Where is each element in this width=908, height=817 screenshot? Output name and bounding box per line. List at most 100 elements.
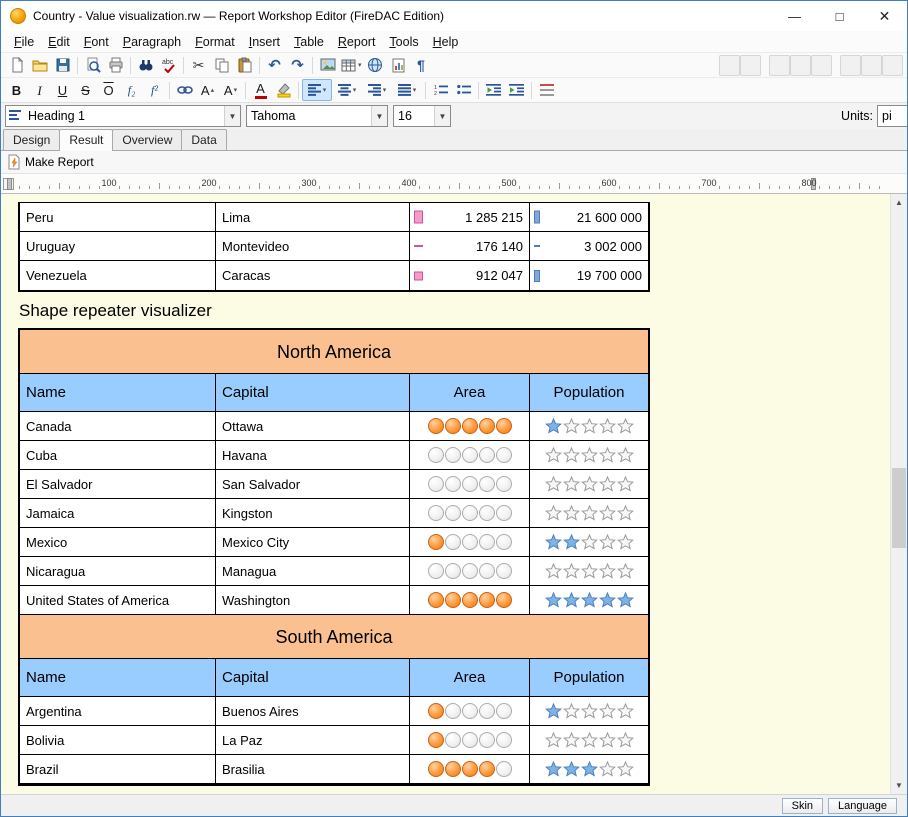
scroll-down-button[interactable]: ▼	[891, 777, 907, 794]
insert-table-button[interactable]: ▾	[339, 54, 364, 76]
minimize-button[interactable]: —	[772, 1, 817, 31]
underline-button[interactable]: U	[51, 79, 74, 101]
ruler-tick	[779, 186, 780, 189]
find-button[interactable]	[134, 54, 157, 76]
ruler-tick	[729, 186, 730, 189]
scroll-up-button[interactable]: ▲	[891, 194, 907, 211]
font-color-glyph: A	[256, 82, 265, 95]
save-icon	[55, 57, 71, 73]
bold-button[interactable]: B	[5, 79, 28, 101]
column-header-name: Name	[20, 659, 215, 696]
style-combo[interactable]: Heading 1 ▼	[5, 105, 241, 127]
view-tab-bar: DesignResultOverviewData	[1, 129, 907, 151]
highlight-button[interactable]	[272, 79, 295, 101]
ruler-tick	[499, 186, 500, 189]
circle-empty-icon	[479, 447, 495, 463]
show-paragraph-marks-button[interactable]: ¶	[410, 54, 433, 76]
units-combo[interactable]: pi	[877, 105, 907, 127]
circle-empty-icon	[445, 476, 461, 492]
table-row: CanadaOttawa	[20, 412, 648, 441]
star-empty-icon	[599, 563, 616, 579]
disabled-button	[740, 55, 761, 76]
menu-item-paragraph[interactable]: Paragraph	[116, 33, 188, 51]
left-margin-marker[interactable]	[7, 178, 12, 190]
language-button[interactable]: Language	[828, 798, 897, 814]
outdent-button[interactable]	[482, 79, 505, 101]
save-button[interactable]	[51, 54, 74, 76]
bold-glyph: B	[12, 84, 21, 97]
skin-button[interactable]: Skin	[782, 798, 823, 814]
undo-button[interactable]: ↶	[263, 54, 286, 76]
redo-button[interactable]: ↷	[286, 54, 309, 76]
ruler-tick	[799, 186, 800, 189]
overline-button[interactable]: O	[97, 79, 120, 101]
cut-button[interactable]: ✂	[187, 54, 210, 76]
make-report-button[interactable]: Make Report	[4, 153, 102, 171]
vertical-scrollbar[interactable]: ▲ ▼	[890, 194, 907, 794]
hyperlink-button[interactable]	[173, 79, 196, 101]
column-header-name: Name	[20, 374, 215, 411]
circle-empty-icon	[479, 703, 495, 719]
grow-font-button[interactable]: A▴	[196, 79, 219, 101]
paste-button[interactable]	[233, 54, 256, 76]
copy-button[interactable]	[210, 54, 233, 76]
numbered-list-button[interactable]: 12	[429, 79, 452, 101]
maximize-button[interactable]: □	[817, 1, 862, 31]
superscript-button[interactable]: f²	[143, 79, 166, 101]
italic-button[interactable]: I	[28, 79, 51, 101]
menu-item-report[interactable]: Report	[331, 33, 383, 51]
ruler-tick	[479, 186, 480, 189]
close-button[interactable]: ✕	[862, 1, 907, 31]
line-spacing-button[interactable]	[535, 79, 558, 101]
title-bar[interactable]: Country - Value visualization.rw — Repor…	[1, 1, 907, 31]
tab-result[interactable]: Result	[59, 129, 113, 151]
font-combo[interactable]: Tahoma ▼	[246, 105, 388, 127]
population-shapes-cell	[529, 586, 648, 614]
hyperlink-globe-button[interactable]	[364, 54, 387, 76]
font-color-button[interactable]: A	[249, 79, 272, 101]
print-preview-button[interactable]	[81, 54, 104, 76]
ruler-tick	[759, 183, 760, 189]
insert-image-button[interactable]	[316, 54, 339, 76]
subscript-button[interactable]: f₂	[120, 79, 143, 101]
menu-item-format[interactable]: Format	[188, 33, 242, 51]
menu-item-font[interactable]: Font	[77, 33, 116, 51]
tab-data[interactable]: Data	[181, 129, 226, 150]
open-button[interactable]	[28, 54, 51, 76]
align-justify-button[interactable]: ▾	[392, 79, 422, 101]
print-button[interactable]	[104, 54, 127, 76]
indent-button[interactable]	[505, 79, 528, 101]
ruler-tick	[849, 186, 850, 189]
area-shapes-cell	[409, 726, 529, 754]
scrollbar-thumb[interactable]	[892, 468, 906, 548]
menu-item-file[interactable]: File	[7, 33, 41, 51]
circle-filled-icon	[428, 703, 444, 719]
menu-item-table[interactable]: Table	[287, 33, 331, 51]
size-combo[interactable]: 16 ▼	[393, 105, 451, 127]
tab-design[interactable]: Design	[3, 129, 60, 150]
menu-item-edit[interactable]: Edit	[41, 33, 77, 51]
new-document-button[interactable]	[5, 54, 28, 76]
table-row: United States of AmericaWashington	[20, 586, 648, 615]
spell-check-button[interactable]: abc	[157, 54, 180, 76]
menu-item-insert[interactable]: Insert	[242, 33, 287, 51]
align-right-button[interactable]: ▾	[362, 79, 392, 101]
circle-empty-icon	[479, 505, 495, 521]
align-center-button[interactable]: ▾	[332, 79, 362, 101]
shrink-font-button[interactable]: A▾	[219, 79, 242, 101]
align-left-button[interactable]: ▾	[302, 79, 332, 101]
menu-item-help[interactable]: Help	[426, 33, 466, 51]
menu-item-tools[interactable]: Tools	[382, 33, 425, 51]
tab-overview[interactable]: Overview	[112, 129, 182, 150]
report-page[interactable]: PeruLima1 285 21521 600 000UruguayMontev…	[1, 194, 890, 794]
chart-button[interactable]	[387, 54, 410, 76]
strikethrough-button[interactable]: S	[74, 79, 97, 101]
bullet-list-button[interactable]	[452, 79, 475, 101]
circle-empty-icon	[462, 563, 478, 579]
country-cell: Venezuela	[20, 261, 215, 290]
ruler-tick	[679, 186, 680, 189]
ruler-tick	[639, 186, 640, 189]
ruler-tick	[539, 186, 540, 189]
name-cell: Canada	[20, 412, 215, 440]
dropdown-arrow-icon: ▾	[383, 86, 387, 94]
